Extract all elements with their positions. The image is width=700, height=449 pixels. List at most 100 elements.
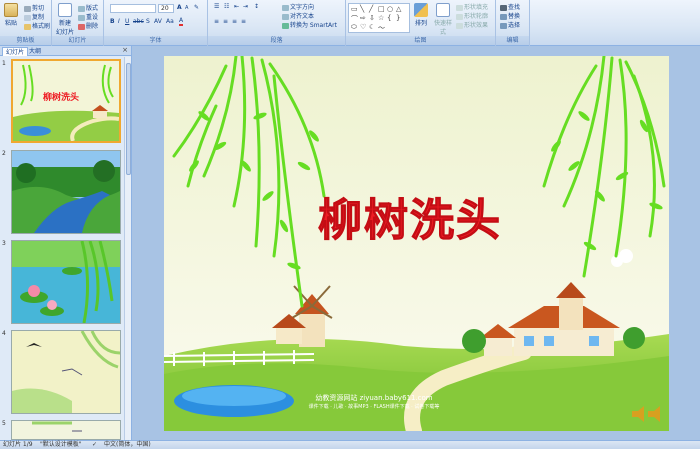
shape-rect-icon[interactable]: □ (378, 5, 385, 13)
shape-triangle-icon[interactable]: △ (396, 5, 401, 13)
outdent-icon[interactable]: ⇥ (243, 3, 248, 10)
align-center-icon[interactable]: ≡ (223, 18, 228, 25)
slide-thumbnail-4[interactable] (11, 330, 121, 414)
indent-icon[interactable]: ⇤ (234, 3, 239, 10)
paste-icon (4, 3, 18, 17)
shape-star-icon[interactable]: ☆ (378, 14, 384, 22)
font-size-combo[interactable]: 20 (158, 4, 174, 13)
status-language: 中文(简体，中国) (104, 441, 151, 448)
drawing-group: ▭ ╲ ╱ □ ○ △ ⌒ ⇨ ⇩ ☆ { } ⬭ ♡ ☾ 〜 排列 快速样式 … (346, 0, 496, 46)
reset-button[interactable]: 重设 (78, 12, 98, 21)
clear-format-icon[interactable]: ✎ (194, 4, 199, 11)
slide-thumbnail-3[interactable] (11, 240, 121, 324)
layout-label: 版式 (86, 5, 99, 12)
close-icon[interactable]: × (122, 46, 128, 54)
slide-thumbnail-5[interactable] (11, 420, 121, 440)
strike-button[interactable]: abc (133, 18, 144, 25)
align-text-button[interactable]: 对齐文本 (282, 11, 314, 20)
layout-button[interactable]: 版式 (78, 3, 98, 12)
shapes-gallery[interactable]: ▭ ╲ ╱ □ ○ △ ⌒ ⇨ ⇩ ☆ { } ⬭ ♡ ☾ 〜 (348, 3, 410, 33)
scissors-icon (24, 5, 31, 12)
line-spacing-icon[interactable]: ↕ (254, 3, 259, 10)
thumbnail-4-image (12, 330, 121, 413)
case-button[interactable]: Aa (166, 18, 174, 25)
shape-arrow-icon[interactable]: ⇨ (360, 14, 366, 22)
slide-title[interactable]: 柳树洗头 (318, 184, 502, 248)
bold-button[interactable]: B (110, 18, 115, 25)
grow-font-icon[interactable]: A (177, 4, 182, 11)
replace-label: 替换 (508, 13, 521, 20)
font-name-combo[interactable] (110, 4, 156, 13)
slide-thumbnail-2[interactable] (11, 150, 121, 234)
new-slide-label2: 幻灯片 (55, 29, 74, 36)
drawing-group-title: 绘图 (346, 36, 495, 45)
numbering-icon[interactable]: ☷ (224, 3, 229, 10)
font-color-button[interactable]: A (179, 17, 184, 26)
spellcheck-icon[interactable]: ✓ (92, 441, 97, 449)
shape-oval-icon[interactable]: ○ (387, 5, 393, 13)
effects-icon (456, 22, 463, 29)
shape-textbox-icon[interactable]: ▭ (351, 5, 358, 13)
shape-line2-icon[interactable]: ╱ (369, 5, 373, 13)
align-right-icon[interactable]: ≡ (232, 18, 237, 25)
thumbnail-2-image (12, 151, 120, 233)
shape-line-icon[interactable]: ╲ (360, 5, 364, 13)
paragraph-group-title: 段落 (208, 36, 345, 45)
reset-label: 重设 (86, 14, 99, 21)
thumb-number: 1 (2, 60, 6, 67)
spacing-button[interactable]: AV (154, 18, 162, 25)
shape-moon-icon[interactable]: ☾ (369, 23, 375, 31)
shape-wave-icon[interactable]: 〜 (378, 23, 385, 33)
arrange-button[interactable]: 排列 (412, 3, 430, 27)
text-direction-button[interactable]: 文字方向 (282, 2, 314, 11)
font-group-title: 字体 (104, 36, 207, 45)
shadow-button[interactable]: S (146, 18, 150, 25)
delete-icon (78, 23, 85, 30)
shape-effects-button[interactable]: 形状效果 (456, 20, 488, 29)
slide-thumbnail-1[interactable]: 柳树洗头 (11, 59, 121, 143)
shape-callout-icon[interactable]: ⬭ (351, 23, 357, 32)
shape-brace2-icon[interactable]: } (396, 14, 400, 22)
shape-outline-button[interactable]: 形状轮廓 (456, 11, 488, 20)
current-slide[interactable]: 柳树洗头 幼教资源网站 ziyuan.baby611.com 课件下载 · 儿歌… (164, 56, 669, 431)
shape-heart-icon[interactable]: ♡ (360, 23, 366, 31)
underline-button[interactable]: U (125, 18, 129, 25)
bullets-icon[interactable]: ☰ (214, 3, 219, 10)
italic-button[interactable]: I (118, 18, 120, 25)
slide-editor: 柳树洗头 幼教资源网站 ziyuan.baby611.com 课件下载 · 儿歌… (132, 46, 700, 440)
select-label: 选择 (508, 22, 521, 29)
shape-brace-icon[interactable]: { (387, 14, 391, 22)
thumb-number: 4 (2, 330, 6, 337)
cut-button[interactable]: 剪切 (24, 3, 44, 12)
align-left-icon[interactable]: ≡ (214, 18, 219, 25)
layout-icon (78, 5, 85, 12)
font-size-value: 20 (161, 5, 169, 12)
tab-slides[interactable]: 幻灯片 (2, 47, 29, 56)
panel-scrollbar[interactable] (124, 57, 131, 440)
scrollbar-thumb[interactable] (126, 63, 131, 175)
tab-outline[interactable]: 大纲 (26, 47, 44, 56)
delete-label: 删除 (86, 23, 99, 30)
justify-icon[interactable]: ≡ (241, 18, 246, 25)
slide-footer-sub: 课件下载 · 儿歌 · 故事MP3 · FLASH课件下载 · 试卷下载等 (308, 404, 440, 410)
text-direction-icon (282, 4, 289, 11)
shape-arrow2-icon[interactable]: ⇩ (369, 14, 375, 22)
select-button[interactable]: 选择 (500, 20, 520, 29)
text-direction-label: 文字方向 (290, 4, 315, 11)
find-button[interactable]: 查找 (500, 2, 520, 11)
shape-fill-button[interactable]: 形状填充 (456, 2, 488, 11)
slide-footer-site: 幼教资源网站 ziyuan.baby611.com (315, 394, 433, 402)
paste-button[interactable]: 粘贴 (3, 3, 19, 27)
shrink-font-icon[interactable]: A (185, 5, 188, 11)
new-slide-button[interactable]: 新建 幻灯片 (55, 3, 75, 36)
panel-tabs: 幻灯片 大纲 × (0, 46, 131, 56)
delete-button[interactable]: 删除 (78, 21, 98, 30)
font-group: 20 A A ✎ B I U abc S AV Aa A 字体 (104, 0, 208, 46)
quick-styles-button[interactable]: 快速样式 (432, 3, 454, 36)
outline-pen-icon (456, 13, 463, 20)
replace-button[interactable]: 替换 (500, 11, 520, 20)
copy-icon (24, 14, 31, 21)
smartart-button[interactable]: 转换为 SmartArt (282, 20, 337, 29)
format-painter-button[interactable]: 格式刷 (24, 21, 50, 30)
copy-button[interactable]: 复制 (24, 12, 44, 21)
